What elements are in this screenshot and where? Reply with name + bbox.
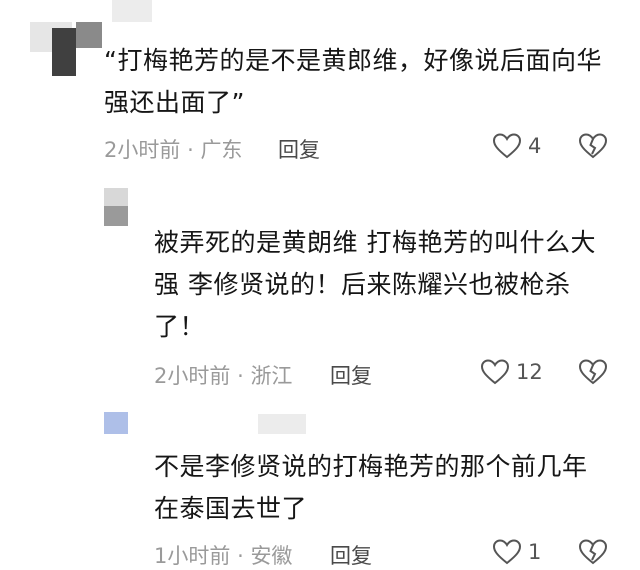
- comment-meta: 2小时前 · 浙江: [154, 360, 292, 390]
- like-button[interactable]: 1: [492, 538, 541, 566]
- broken-heart-icon[interactable]: [578, 538, 608, 566]
- location: 浙江: [250, 364, 293, 388]
- like-count: 1: [528, 540, 542, 564]
- separator: ·: [237, 544, 244, 568]
- comment-text: “打梅艳芳的是不是黄郎维，好像说后面向华 强还出面了”: [104, 46, 602, 117]
- like-count: 12: [516, 360, 543, 384]
- heart-outline-icon: [492, 132, 522, 160]
- like-count: 4: [528, 134, 542, 158]
- comment-meta: 2小时前 · 广东: [104, 134, 242, 164]
- username-blur: [112, 0, 152, 22]
- separator: ·: [187, 138, 194, 162]
- avatar[interactable]: [104, 412, 128, 434]
- like-button[interactable]: 4: [492, 132, 541, 160]
- heart-outline-icon: [480, 358, 510, 386]
- timestamp: 2小时前: [104, 138, 181, 162]
- comment-meta: 1小时前 · 安徽: [154, 540, 292, 570]
- broken-heart-icon[interactable]: [578, 132, 608, 160]
- reply-button[interactable]: 回复: [330, 540, 372, 570]
- username-blur: [258, 414, 306, 434]
- avatar-blur: [76, 22, 102, 48]
- timestamp: 1小时前: [154, 544, 231, 568]
- heart-outline-icon: [492, 538, 522, 566]
- like-button[interactable]: 12: [480, 358, 543, 386]
- reply-button[interactable]: 回复: [278, 134, 320, 164]
- location: 广东: [200, 138, 243, 162]
- comment-text: 被弄死的是黄朗维 打梅艳芳的叫什么大 强 李修贤说的！后来陈耀兴也被枪杀 了！: [154, 228, 596, 341]
- avatar-blur: [104, 206, 128, 226]
- timestamp: 2小时前: [154, 364, 231, 388]
- separator: ·: [237, 364, 244, 388]
- avatar-blur: [52, 28, 76, 76]
- comment-text: 不是李修贤说的打梅艳芳的那个前几年 在泰国去世了: [154, 452, 588, 523]
- reply-button[interactable]: 回复: [330, 360, 372, 390]
- broken-heart-icon[interactable]: [578, 358, 608, 386]
- location: 安徽: [250, 544, 293, 568]
